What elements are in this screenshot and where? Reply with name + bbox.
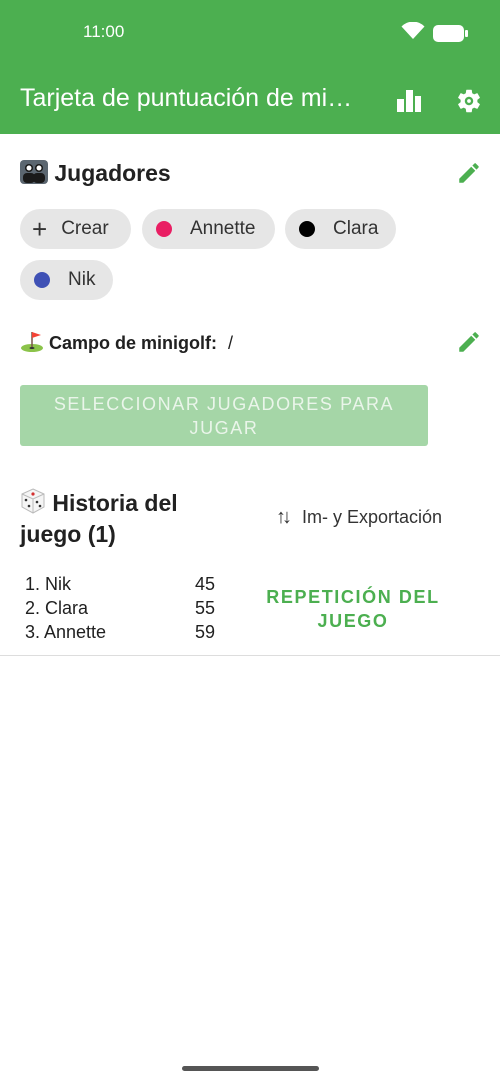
player-chip-nik[interactable]: Nik bbox=[20, 260, 113, 300]
result-score: 59 bbox=[194, 622, 215, 642]
course-value: / bbox=[228, 333, 234, 353]
bar-chart-icon[interactable] bbox=[394, 86, 424, 116]
result-rank: 3. Annette bbox=[25, 622, 107, 642]
plus-icon: + bbox=[32, 214, 48, 244]
wifi-icon bbox=[401, 21, 425, 45]
select-players-button[interactable]: SELECCIONAR JUGADORES PARA JUGAR bbox=[20, 385, 428, 446]
result-rank: 2. Clara bbox=[25, 598, 89, 618]
player-name: Annette bbox=[190, 218, 256, 239]
import-export-button[interactable]: ↑↓ Im- y Exportación bbox=[276, 506, 442, 529]
home-indicator[interactable] bbox=[182, 1066, 319, 1071]
status-time: 11:00 bbox=[83, 22, 125, 41]
result-score: 45 bbox=[194, 574, 215, 594]
swap-vertical-icon: ↑↓ bbox=[276, 506, 292, 528]
result-score: 55 bbox=[194, 598, 215, 618]
divider bbox=[0, 655, 500, 656]
create-player-chip[interactable]: + Crear bbox=[20, 209, 131, 249]
color-dot-icon bbox=[156, 221, 172, 237]
player-chip-clara[interactable]: Clara bbox=[285, 209, 396, 249]
status-icons bbox=[401, 21, 468, 45]
color-dot-icon bbox=[299, 221, 315, 237]
golf-flag-icon bbox=[20, 332, 49, 353]
player-name: Nik bbox=[68, 269, 96, 290]
people-emoji-icon bbox=[20, 160, 54, 186]
game-results: 1. Nik 45 2. Clara 55 3. Annette 59 bbox=[25, 572, 215, 644]
player-chip-annette[interactable]: Annette bbox=[142, 209, 275, 249]
export-label: Im- y Exportación bbox=[302, 507, 443, 527]
replay-game-button[interactable]: REPETICIÓN DEL JUEGO bbox=[240, 585, 466, 633]
dice-icon bbox=[20, 488, 52, 516]
gear-icon[interactable] bbox=[454, 86, 484, 116]
result-rank: 1. Nik bbox=[25, 574, 72, 594]
app-bar: 11:00 Tarjeta de puntuación de mi… bbox=[0, 0, 500, 134]
result-row: 1. Nik 45 bbox=[25, 572, 215, 596]
course-row: Campo de minigolf: / bbox=[20, 330, 233, 354]
history-title: Historia del juego (1) bbox=[20, 488, 240, 550]
course-label: Campo de minigolf: bbox=[49, 333, 218, 353]
battery-icon bbox=[433, 25, 468, 42]
result-row: 2. Clara 55 bbox=[25, 596, 215, 620]
result-row: 3. Annette 59 bbox=[25, 620, 215, 644]
players-title: Jugadores bbox=[20, 160, 171, 187]
edit-players-pencil-icon[interactable] bbox=[456, 160, 482, 186]
color-dot-icon bbox=[34, 272, 50, 288]
create-label: Crear bbox=[61, 218, 109, 239]
edit-course-pencil-icon[interactable] bbox=[456, 329, 482, 355]
app-title: Tarjeta de puntuación de mi… bbox=[20, 84, 353, 112]
player-name: Clara bbox=[333, 218, 379, 239]
players-title-text: Jugadores bbox=[54, 160, 171, 186]
